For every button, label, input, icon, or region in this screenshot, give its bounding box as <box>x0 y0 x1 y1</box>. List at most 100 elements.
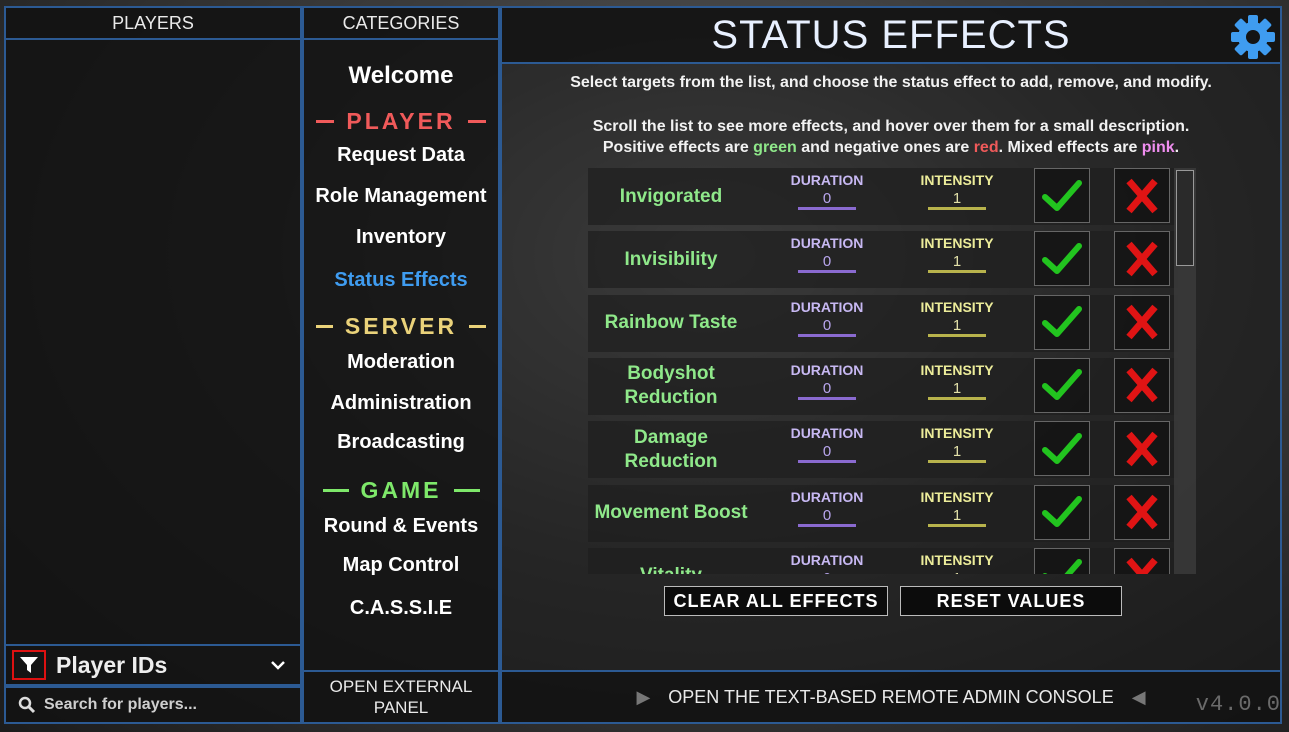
category-broadcasting[interactable]: Broadcasting <box>304 431 498 454</box>
intensity-label: INTENSITY <box>920 551 994 568</box>
intensity-label: INTENSITY <box>920 235 994 252</box>
chevron-down-icon[interactable] <box>270 659 286 671</box>
remove-effect-button[interactable] <box>1114 294 1170 350</box>
apply-effect-button[interactable] <box>1034 421 1090 477</box>
apply-effect-button[interactable] <box>1034 168 1090 223</box>
duration-input[interactable]: 0 <box>798 380 856 400</box>
category-request-data[interactable]: Request Data <box>304 144 498 167</box>
effect-row-invigorated[interactable]: Invigorated DURATION 0 INTENSITY 1 <box>588 168 1178 225</box>
effects-scrollbar[interactable] <box>1174 168 1196 574</box>
instruction-line-1: Select targets from the list, and choose… <box>570 74 1212 91</box>
duration-input[interactable]: 0 <box>798 443 856 464</box>
intensity-field: INTENSITY1 <box>912 489 1002 527</box>
x-icon <box>1126 558 1158 574</box>
intensity-field: INTENSITY 1 <box>912 299 1002 337</box>
duration-label: DURATION <box>790 361 864 378</box>
duration-field: DURATION 0 <box>782 362 872 400</box>
instr-text: . Mixed effects are <box>998 139 1142 156</box>
checkmark-icon <box>1042 369 1082 401</box>
intensity-input[interactable]: 1 <box>928 570 986 574</box>
effect-row-vitality[interactable]: Vitality DURATION 0 INTENSITY 1 <box>588 547 1178 574</box>
external-panel-line1: OPEN EXTERNAL <box>329 677 473 696</box>
section-player: PLAYER <box>304 108 498 135</box>
instr-text: . <box>1174 139 1180 156</box>
duration-input[interactable]: 0 <box>798 190 856 210</box>
intensity-input[interactable]: 1 <box>928 190 986 210</box>
effect-row-movement-boost[interactable]: Movement Boost DURATION 0 INTENSITY 1 <box>588 484 1178 542</box>
duration-input[interactable]: 0 <box>798 507 856 527</box>
apply-effect-button[interactable] <box>1034 484 1090 540</box>
category-round-events[interactable]: Round & Events <box>304 515 498 538</box>
x-icon <box>1126 494 1158 530</box>
player-search[interactable] <box>4 686 302 724</box>
effect-row-rainbow-taste[interactable]: Rainbow Taste DURATION 0 INTENSITY 1 <box>588 294 1178 352</box>
category-map-control[interactable]: Map Control <box>304 554 498 577</box>
open-external-panel-button[interactable]: OPEN EXTERNAL PANEL <box>302 670 500 724</box>
intensity-input[interactable]: 1 <box>928 253 986 274</box>
apply-effect-button[interactable] <box>1034 357 1090 413</box>
duration-field: DURATION0 <box>782 489 872 527</box>
intensity-input[interactable]: 1 <box>928 507 986 527</box>
effects-list[interactable]: Invigorated DURATION 0 INTENSITY 1 Invisibili… <box>588 168 1198 574</box>
search-input[interactable] <box>42 695 296 715</box>
duration-field: DURATION0 <box>782 172 872 210</box>
apply-effect-button[interactable] <box>1034 547 1090 574</box>
play-right-icon: ▶ <box>636 686 651 707</box>
effect-row-invisibility[interactable]: Invisibility DURATION 0 INTENSITY 1 <box>588 231 1178 289</box>
remove-effect-button[interactable] <box>1114 547 1170 574</box>
intensity-input[interactable]: 1 <box>928 380 986 400</box>
intensity-label: INTENSITY <box>920 172 994 188</box>
duration-input[interactable]: 0 <box>798 317 856 337</box>
category-moderation[interactable]: Moderation <box>304 351 498 374</box>
intensity-input[interactable]: 1 <box>928 443 986 464</box>
instr-text: and negative ones are <box>796 139 974 156</box>
duration-input[interactable]: 0 <box>798 570 856 574</box>
reset-values-button[interactable]: RESET VALUES <box>900 586 1122 616</box>
intensity-input[interactable]: 1 <box>928 317 986 337</box>
category-c-a-s-s-i-e[interactable]: C.A.S.S.I.E <box>304 597 498 620</box>
players-title: PLAYERS <box>112 12 194 33</box>
section-divider <box>322 489 349 492</box>
clear-all-effects-button[interactable]: CLEAR ALL EFFECTS <box>664 586 888 616</box>
duration-label: DURATION <box>790 425 864 442</box>
category-inventory[interactable]: Inventory <box>304 226 498 249</box>
duration-field: DURATION0 <box>782 552 872 574</box>
scrollbar-thumb[interactable] <box>1176 170 1194 266</box>
effect-name: Bodyshot Reduction <box>624 363 718 409</box>
checkmark-icon <box>1043 559 1082 574</box>
instruction-line-2: Scroll the list to see more effects, and… <box>592 118 1190 135</box>
page-title: STATUS EFFECTS <box>711 12 1071 57</box>
remove-effect-button[interactable] <box>1114 168 1170 223</box>
checkmark-icon <box>1042 432 1082 464</box>
open-console-button[interactable]: ▶ OPEN THE TEXT-BASED REMOTE ADMIN CONSO… <box>500 670 1282 724</box>
effect-row-bodyshot-reduction[interactable]: Bodyshot Reduction DURATION 0 INTENSITY 1 <box>588 357 1178 415</box>
checkmark-icon <box>1042 496 1082 527</box>
filter-button[interactable] <box>12 650 46 680</box>
duration-input[interactable]: 0 <box>798 253 856 274</box>
effect-row-damage-reduction[interactable]: Damage Reduction DURATION 0 INTENSITY 1 <box>588 421 1178 479</box>
red-word: red <box>973 139 999 156</box>
intensity-field: INTENSITY1 <box>912 425 1002 464</box>
remove-effect-button[interactable] <box>1114 231 1170 287</box>
remove-effect-button[interactable] <box>1114 357 1170 413</box>
remove-effect-button[interactable] <box>1114 484 1170 540</box>
apply-effect-button[interactable] <box>1034 231 1090 287</box>
category-administration[interactable]: Administration <box>304 392 498 415</box>
intensity-label: INTENSITY <box>920 298 994 315</box>
category-welcome[interactable]: Welcome <box>304 62 498 90</box>
section-divider <box>453 489 480 492</box>
apply-effect-button[interactable] <box>1034 294 1090 350</box>
green-word: green <box>753 139 797 156</box>
duration-field: DURATION0 <box>782 235 872 274</box>
remove-effect-button[interactable] <box>1114 421 1170 477</box>
category-status-effects[interactable]: Status Effects <box>304 269 498 292</box>
gear-icon[interactable] <box>1230 14 1276 60</box>
section-label: PLAYER <box>346 108 456 134</box>
duration-label: DURATION <box>790 235 864 252</box>
page-title-bar: STATUS EFFECTS <box>500 6 1282 64</box>
players-list[interactable] <box>4 38 302 646</box>
category-role-management[interactable]: Role Management <box>304 185 498 208</box>
id-type-dropdown[interactable]: Player IDs <box>4 644 302 686</box>
x-icon <box>1126 241 1158 277</box>
duration-field: DURATION0 <box>782 299 872 337</box>
